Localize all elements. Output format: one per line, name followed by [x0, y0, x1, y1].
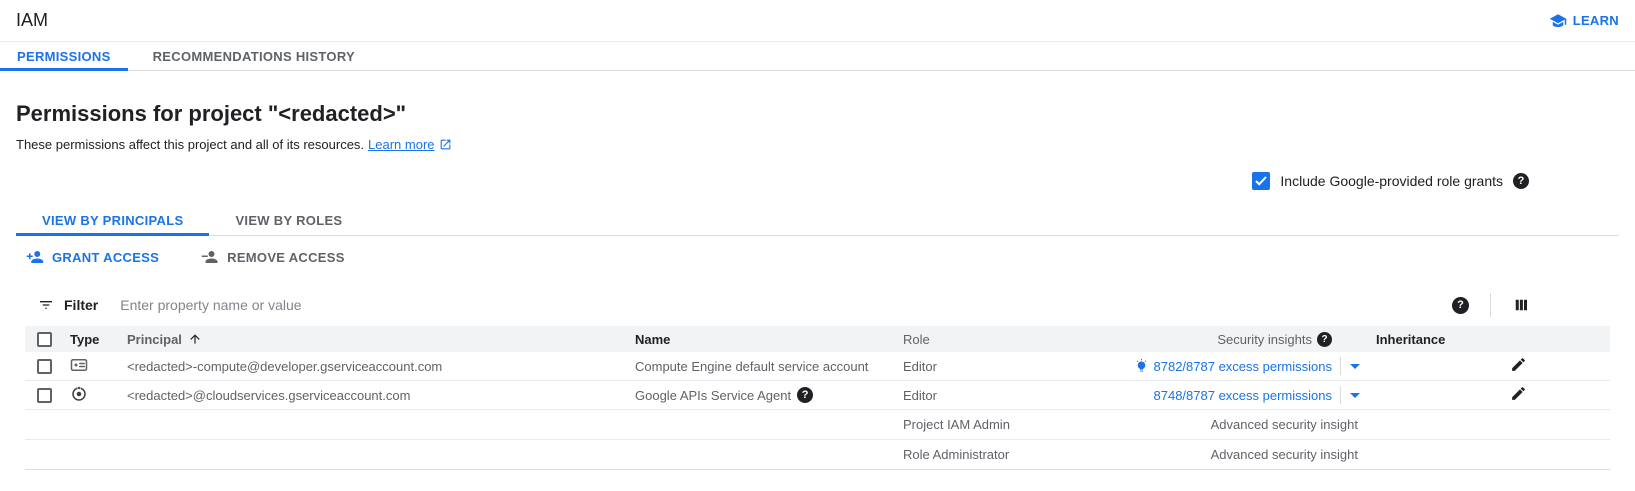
sort-ascending-icon	[188, 332, 202, 346]
column-display-icon[interactable]	[1512, 296, 1530, 314]
role-subrow: Role Administrator Advanced security ins…	[25, 440, 1610, 470]
type-cell	[63, 357, 127, 376]
tab-recommendations-history[interactable]: RECOMMENDATIONS HISTORY	[136, 42, 372, 70]
table-help-icon[interactable]: ?	[1452, 297, 1469, 314]
col-header-security-insights[interactable]: Security insights ?	[1113, 332, 1340, 347]
filter-input[interactable]	[120, 297, 1452, 313]
col-header-type[interactable]: Type	[63, 332, 127, 347]
include-role-grants-row: Include Google-provided role grants ?	[16, 172, 1619, 190]
remove-access-label: REMOVE ACCESS	[227, 250, 345, 265]
table-row: <redacted>-compute@developer.gserviceacc…	[25, 352, 1610, 381]
person-add-icon	[26, 248, 44, 266]
grant-access-button[interactable]: GRANT ACCESS	[26, 248, 159, 266]
insight-lightbulb-icon	[1134, 359, 1149, 374]
filter-bar: Filter ?	[25, 288, 1610, 322]
description-text: These permissions affect this project an…	[16, 137, 364, 152]
name-cell: Compute Engine default service account	[635, 359, 903, 374]
name-label: Google APIs Service Agent	[635, 388, 791, 403]
learn-button[interactable]: LEARN	[1549, 12, 1619, 30]
security-insight-cell: Advanced security insight	[1113, 447, 1370, 462]
security-insight-cell: 8782/8787 excess permissions	[1113, 359, 1340, 374]
caret-cell	[1340, 352, 1370, 380]
select-all-checkbox[interactable]	[37, 332, 52, 347]
principal-cell: <redacted>@cloudservices.gserviceaccount…	[127, 388, 635, 403]
filter-label: Filter	[64, 297, 98, 313]
excess-permissions-link[interactable]: 8782/8787 excess permissions	[1154, 359, 1333, 374]
remove-access-button[interactable]: REMOVE ACCESS	[201, 248, 345, 266]
principal-cell: <redacted>-compute@developer.gserviceacc…	[127, 359, 635, 374]
view-tab-bar: VIEW BY PRINCIPALS VIEW BY ROLES	[16, 205, 1619, 236]
expand-insight-caret-icon[interactable]	[1350, 364, 1360, 369]
divider	[1490, 293, 1491, 317]
learn-label: LEARN	[1573, 13, 1619, 28]
edit-pencil-icon[interactable]	[1510, 356, 1527, 373]
role-cell: Editor	[903, 388, 1113, 403]
permissions-table: Type Principal Name Role Security insigh…	[25, 326, 1610, 470]
caret-cell	[1340, 381, 1370, 409]
role-cell: Editor	[903, 359, 1113, 374]
help-icon[interactable]: ?	[1513, 173, 1529, 189]
person-remove-icon	[201, 248, 219, 266]
service-agent-help-icon[interactable]: ?	[797, 387, 813, 403]
role-subrow: Project IAM Admin Advanced security insi…	[25, 410, 1610, 440]
row-select-cell	[25, 359, 63, 374]
table-row: <redacted>@cloudservices.gserviceaccount…	[25, 381, 1610, 410]
select-all-cell	[25, 332, 63, 347]
tab-permissions[interactable]: PERMISSIONS	[0, 42, 128, 70]
security-insight-cell: Advanced security insight	[1113, 417, 1370, 432]
expand-insight-caret-icon[interactable]	[1350, 393, 1360, 398]
filter-icon	[38, 297, 54, 313]
external-link-icon	[439, 138, 452, 151]
permissions-heading: Permissions for project "<redacted>"	[16, 101, 1619, 127]
name-cell: Google APIs Service Agent ?	[635, 387, 903, 403]
learn-more-link[interactable]: Learn more	[368, 137, 434, 152]
page-title: IAM	[16, 10, 48, 31]
col-header-role[interactable]: Role	[903, 332, 1113, 347]
filter-right-controls: ?	[1452, 293, 1610, 317]
row-checkbox[interactable]	[37, 388, 52, 403]
col-header-principal[interactable]: Principal	[127, 332, 635, 347]
excess-permissions-link[interactable]: 8748/8787 excess permissions	[1154, 388, 1333, 403]
type-cell	[63, 385, 127, 406]
principal-header-label: Principal	[127, 332, 182, 347]
graduation-cap-icon	[1549, 12, 1567, 30]
edit-pencil-icon[interactable]	[1510, 385, 1527, 402]
include-role-grants-label: Include Google-provided role grants	[1280, 173, 1503, 189]
include-role-grants-checkbox[interactable]	[1252, 172, 1270, 190]
col-header-inheritance[interactable]: Inheritance	[1370, 332, 1485, 347]
app-bar: IAM LEARN	[0, 0, 1635, 42]
col-header-name[interactable]: Name	[635, 332, 903, 347]
service-account-icon	[70, 357, 88, 373]
tab-view-by-roles[interactable]: VIEW BY ROLES	[209, 205, 368, 235]
security-insights-header-label: Security insights	[1217, 332, 1312, 347]
divider	[1340, 357, 1341, 375]
edit-cell	[1485, 385, 1610, 405]
role-cell: Role Administrator	[903, 447, 1113, 462]
row-select-cell	[25, 388, 63, 403]
tab-view-by-principals[interactable]: VIEW BY PRINCIPALS	[16, 205, 209, 235]
actions-toolbar: GRANT ACCESS REMOVE ACCESS	[0, 236, 1635, 272]
security-insight-cell: 8748/8787 excess permissions	[1113, 388, 1340, 403]
top-tab-bar: PERMISSIONS RECOMMENDATIONS HISTORY	[0, 42, 1635, 71]
row-checkbox[interactable]	[37, 359, 52, 374]
grant-access-label: GRANT ACCESS	[52, 250, 159, 265]
service-agent-icon	[70, 385, 88, 403]
page-head: Permissions for project "<redacted>" The…	[0, 71, 1635, 236]
table-header-row: Type Principal Name Role Security insigh…	[25, 326, 1610, 352]
security-insights-help-icon[interactable]: ?	[1317, 332, 1332, 347]
permissions-description: These permissions affect this project an…	[16, 137, 1619, 152]
edit-cell	[1485, 356, 1610, 376]
divider	[1340, 386, 1341, 404]
role-cell: Project IAM Admin	[903, 417, 1113, 432]
